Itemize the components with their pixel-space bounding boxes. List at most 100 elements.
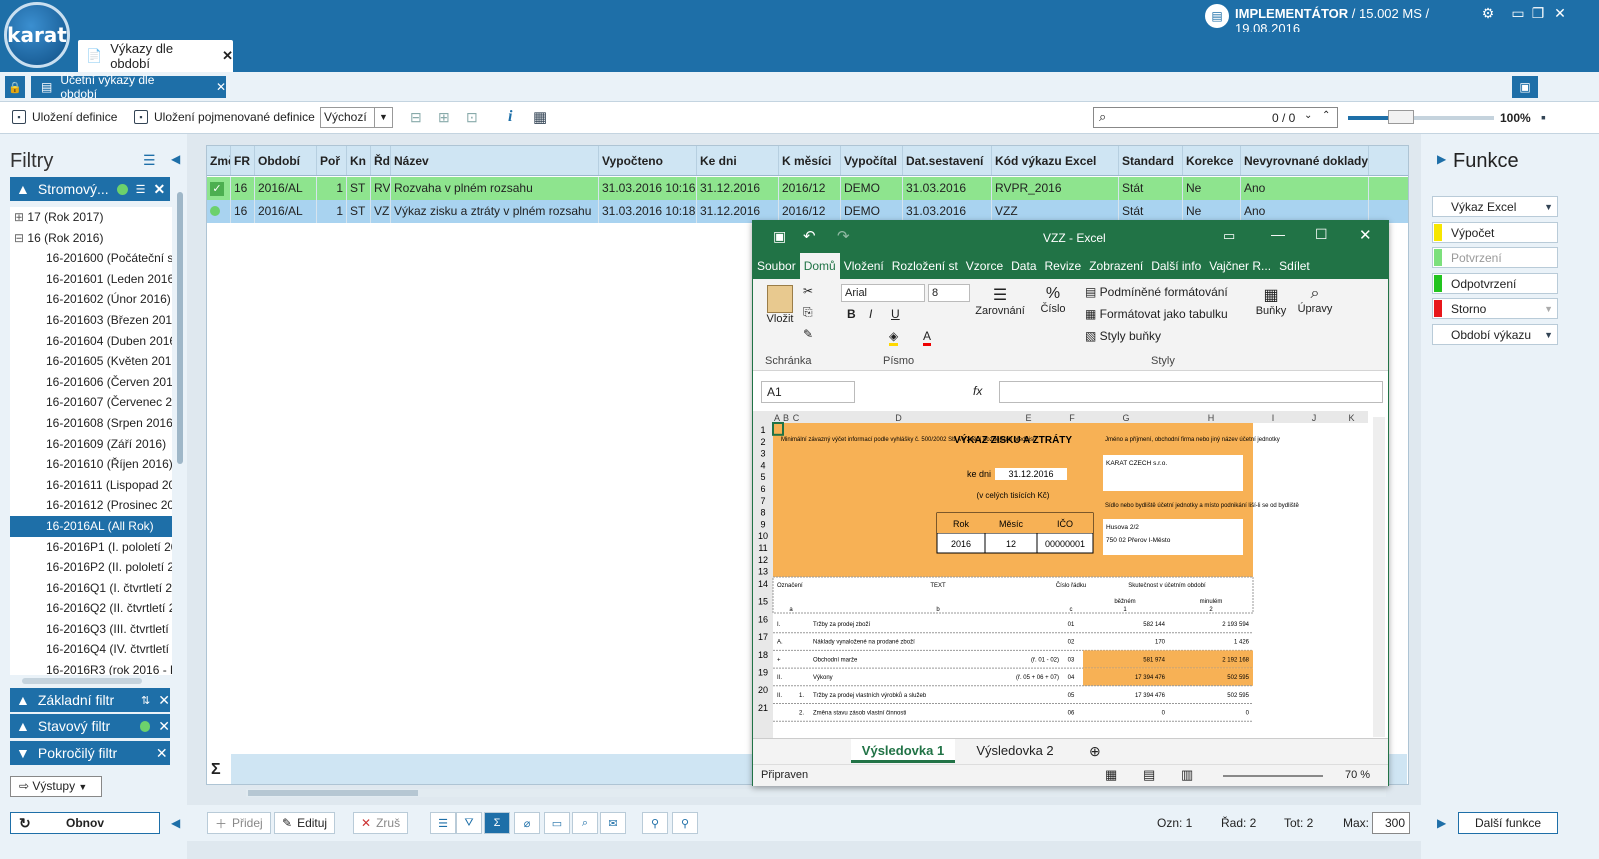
excel-menu-1[interactable]: Domů bbox=[799, 253, 840, 279]
zoom-grid-icon[interactable]: ⌕ bbox=[572, 812, 598, 834]
tree-item[interactable]: 16-2016AL (All Rok) bbox=[10, 515, 172, 537]
sheet-tab-vysledovka2[interactable]: Výsledovka 2 bbox=[963, 739, 1067, 763]
excel-menu-8[interactable]: Další info bbox=[1147, 253, 1205, 279]
font-color-icon[interactable]: A bbox=[923, 329, 932, 346]
column-header[interactable]: FR bbox=[231, 146, 255, 175]
excel-menu-4[interactable]: Vzorce bbox=[962, 253, 1007, 279]
grid-hscroll-thumb[interactable] bbox=[248, 790, 418, 796]
column-header[interactable]: Řd bbox=[371, 146, 391, 175]
excel-menu-5[interactable]: Data bbox=[1007, 253, 1040, 279]
function-button-1[interactable]: Výpočet bbox=[1432, 221, 1558, 243]
attach-add-icon[interactable]: ⚲ bbox=[672, 812, 698, 834]
function-button-5[interactable]: Období výkazu ▼ bbox=[1432, 323, 1558, 345]
info-icon[interactable]: i bbox=[508, 108, 512, 126]
excel-menu-9[interactable]: Vajčner R... bbox=[1205, 253, 1275, 279]
export-icon[interactable]: ⊟ bbox=[410, 109, 422, 126]
filter-menu-icon[interactable]: ☰ bbox=[143, 152, 156, 169]
close-icon[interactable]: ✕ bbox=[1359, 226, 1372, 244]
basic-filter-header[interactable]: ▲ Základní filtr ⇅ ✕ bbox=[10, 688, 170, 712]
excel-sheet[interactable]: A B C D E F G H I J K 1 2 3 4 5 6 7 8 9 10 11 12 13 14 15 16 17 18 19… bbox=[753, 411, 1388, 738]
function-button-0[interactable]: Výkaz Excel ▼ bbox=[1432, 196, 1558, 217]
edit-button[interactable]: ✎ Edituj bbox=[274, 812, 336, 834]
attach-icon[interactable]: ⚲ bbox=[642, 812, 668, 834]
number-button[interactable]: % Číslo bbox=[1033, 285, 1073, 315]
sort-icon[interactable]: ⇅ bbox=[141, 694, 150, 707]
column-header[interactable]: Období bbox=[255, 146, 317, 175]
italic-icon[interactable]: I bbox=[869, 307, 872, 321]
chevron-down-icon[interactable]: ▼ bbox=[1544, 197, 1553, 217]
page-layout-icon[interactable]: ▤ bbox=[1143, 767, 1155, 783]
tree-item[interactable]: 16-201611 (Lispopad 20 bbox=[10, 475, 172, 496]
chevron-down-icon[interactable]: ▼ bbox=[1544, 325, 1553, 345]
paste-button[interactable]: Vložit bbox=[761, 285, 799, 325]
restore-icon[interactable]: ❐ bbox=[1528, 5, 1548, 22]
redo-icon[interactable]: ↷ bbox=[837, 227, 850, 245]
tree-item[interactable]: 16-2016Q4 (IV. čtvrtletí bbox=[10, 639, 172, 660]
remove-filter-icon[interactable]: ✕ bbox=[158, 692, 170, 709]
tree-item[interactable]: ⊟ 16 (Rok 2016) bbox=[10, 228, 172, 249]
sheet-tab-vysledovka1[interactable]: Výsledovka 1 bbox=[851, 739, 955, 763]
tree-item[interactable]: 16-201602 (Únor 2016) bbox=[10, 289, 172, 310]
function-icon[interactable]: fx bbox=[973, 384, 982, 398]
state-filter-header[interactable]: ▲ Stavový filtr ✕ bbox=[10, 714, 170, 738]
format-table-button[interactable]: ▦ Formátovat jako tabulku bbox=[1085, 307, 1228, 321]
tree-item[interactable]: 16-2016P2 (II. pololetí 2 bbox=[10, 557, 172, 578]
tree-item[interactable]: 16-2016Q2 (II. čtvrtletí 2 bbox=[10, 598, 172, 619]
column-header[interactable]: Korekce bbox=[1183, 146, 1241, 175]
tab-vykazy[interactable]: 📄 Výkazy dle období ✕ bbox=[78, 40, 233, 72]
collapse-left-icon[interactable]: ◀ bbox=[171, 152, 180, 166]
advanced-filter-header[interactable]: ▼ Pokročilý filtr ✕ bbox=[10, 741, 170, 765]
tree-item[interactable]: 16-2016P1 (I. pololetí 20 bbox=[10, 537, 172, 558]
filter-options-icon[interactable]: ☰ bbox=[136, 183, 146, 196]
lock-icon[interactable]: 🔒 bbox=[5, 76, 25, 98]
save-named-definition-button[interactable]: ▪ Uložení pojmenované definice bbox=[134, 110, 315, 124]
collapse-left-icon[interactable]: ◀ bbox=[171, 816, 180, 830]
excel-zoom-slider[interactable] bbox=[1223, 775, 1323, 777]
refresh-button[interactable]: ↻ Obnov bbox=[10, 812, 160, 834]
chevron-down-icon[interactable]: ▼ bbox=[1544, 299, 1553, 319]
checked-icon[interactable]: ✓ bbox=[210, 182, 224, 196]
function-button-2[interactable]: Potvrzení bbox=[1432, 247, 1558, 268]
layout-icon[interactable]: ▣ bbox=[1512, 76, 1538, 98]
add-button[interactable]: ＋ Přidej bbox=[207, 812, 271, 834]
save-layout-icon[interactable]: ▪ bbox=[1541, 109, 1546, 125]
tree-item[interactable]: 16-2016R3 (rok 2016 - k bbox=[10, 660, 172, 675]
subtab-ucetni-vykazy[interactable]: ▤ Účetní výkazy dle období ✕ bbox=[31, 73, 226, 101]
sheet-vscroll[interactable] bbox=[1373, 417, 1385, 737]
search-input[interactable]: ⌕ 0 / 0 ⌄ ⌃ bbox=[1093, 107, 1338, 128]
column-header[interactable]: Vypočteno bbox=[599, 146, 697, 175]
filter-icon[interactable]: ⛛ bbox=[456, 812, 482, 834]
excel-menu-10[interactable]: Sdílet bbox=[1275, 253, 1314, 279]
add-sheet-icon[interactable]: ⊕ bbox=[1089, 743, 1101, 760]
remove-filter-icon[interactable]: ✕ bbox=[154, 181, 166, 198]
copy-icon[interactable]: ⎘ bbox=[803, 305, 813, 320]
tree-scrollbar[interactable] bbox=[177, 192, 183, 464]
tree-item[interactable]: 16-201603 (Březen 2016 bbox=[10, 310, 172, 331]
zoom-slider[interactable] bbox=[1348, 116, 1494, 120]
name-box[interactable]: A1 bbox=[761, 381, 855, 403]
format-painter-icon[interactable]: ✎ bbox=[803, 327, 813, 341]
column-header[interactable]: Ke dni bbox=[697, 146, 779, 175]
sum-toggle-icon[interactable]: Σ bbox=[484, 812, 510, 834]
table-settings-icon[interactable]: ▦ bbox=[533, 108, 547, 126]
more-functions-button[interactable]: Další funkce bbox=[1458, 812, 1558, 834]
bold-icon[interactable]: B bbox=[847, 307, 856, 321]
cancel-button[interactable]: ✕ Zruš bbox=[353, 812, 409, 834]
tree-item[interactable]: 16-201612 (Prosinec 20: bbox=[10, 495, 172, 516]
column-header[interactable]: Vypočítal bbox=[841, 146, 903, 175]
period-tree[interactable]: ⊞ 17 (Rok 2017) ⊟ 16 (Rok 2016) 16-201600 … bbox=[10, 207, 172, 675]
save-definition-button[interactable]: ▪ Uložení definice bbox=[12, 110, 117, 124]
tree-item[interactable]: 16-201610 (Říjen 2016) bbox=[10, 454, 172, 475]
tree-item[interactable]: 16-2016Q3 (III. čtvrtletí : bbox=[10, 619, 172, 640]
chevron-down-icon[interactable]: ⌄ bbox=[1304, 110, 1312, 121]
normal-view-icon[interactable]: ▦ bbox=[1105, 767, 1117, 783]
remove-filter-icon[interactable]: ✕ bbox=[156, 745, 168, 762]
ribbon-display-icon[interactable]: ▭ bbox=[1223, 228, 1235, 244]
editing-button[interactable]: ⌕ Úpravy bbox=[1295, 285, 1335, 315]
table-row[interactable]: ✓ 16 2016/AL 1 ST RV Rozvaha v plném rozsahu 31… bbox=[207, 177, 1408, 200]
comment-icon[interactable]: ✉ bbox=[600, 812, 626, 834]
minimize-icon[interactable]: — bbox=[1271, 226, 1285, 242]
excel-menu-6[interactable]: Revize bbox=[1041, 253, 1086, 279]
column-header[interactable]: Nevyrovnané doklady bbox=[1241, 146, 1369, 175]
fill-color-icon[interactable]: ◈ bbox=[889, 329, 899, 346]
